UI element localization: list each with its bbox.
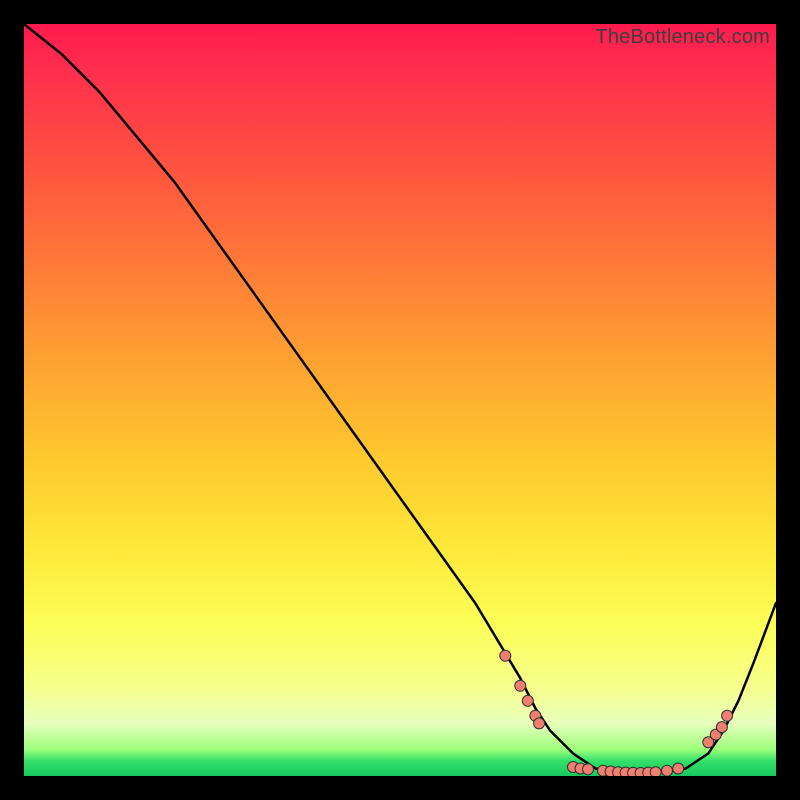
data-point — [522, 695, 533, 706]
plot-area: TheBottleneck.com — [24, 24, 776, 776]
chart-frame: TheBottleneck.com — [0, 0, 800, 800]
data-point — [716, 722, 727, 733]
data-point — [515, 680, 526, 691]
data-point — [722, 710, 733, 721]
data-point — [673, 763, 684, 774]
data-point — [650, 767, 661, 776]
bottleneck-curve — [24, 24, 776, 773]
data-point — [500, 650, 511, 661]
curve-layer — [24, 24, 776, 776]
data-point — [583, 764, 594, 775]
data-point — [662, 765, 673, 776]
data-point — [534, 718, 545, 729]
